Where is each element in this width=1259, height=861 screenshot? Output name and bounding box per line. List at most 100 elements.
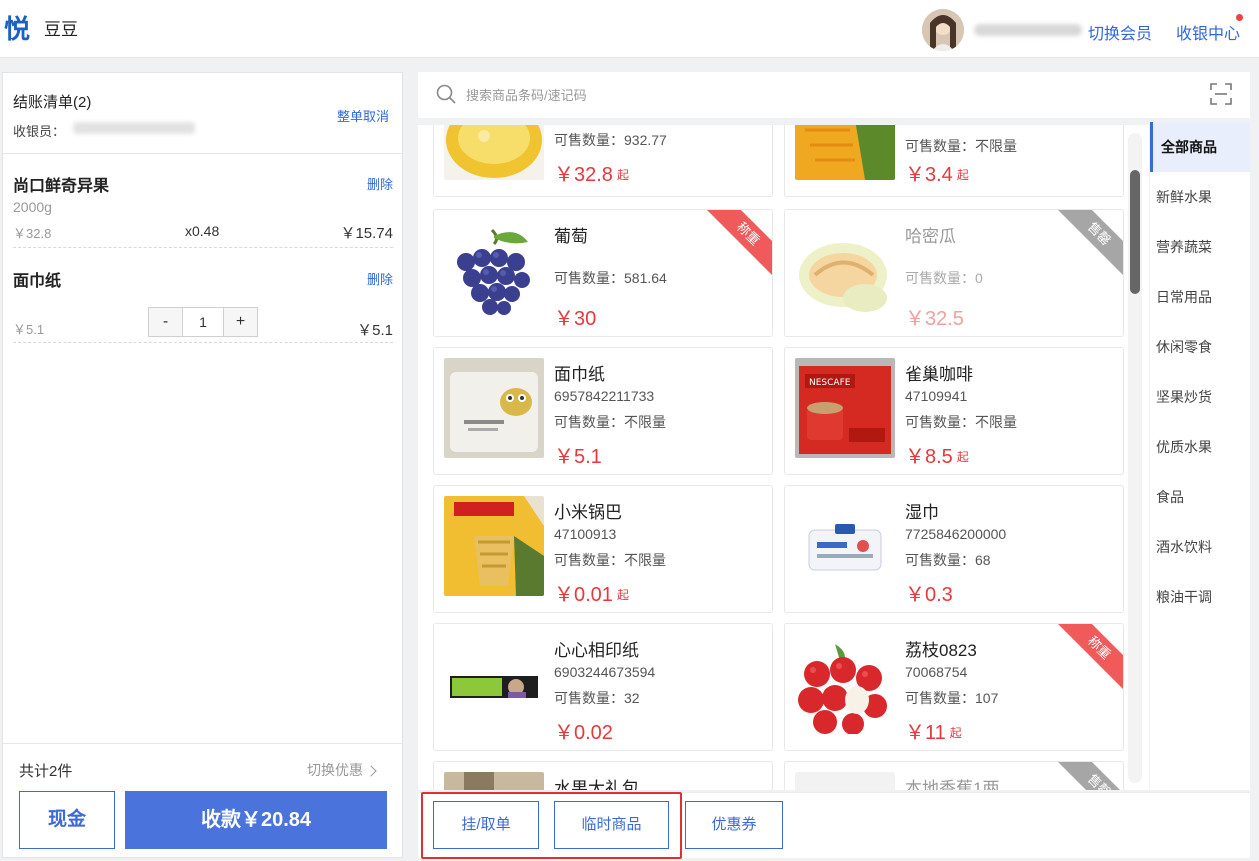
product-image: [795, 220, 895, 320]
category-all[interactable]: 全部商品: [1150, 122, 1250, 172]
cashier-label: 收银员：: [13, 124, 66, 139]
category-item[interactable]: 酒水饮料: [1150, 522, 1250, 572]
product-image: [444, 220, 544, 320]
switch-discount-label: 切换优惠: [307, 762, 363, 778]
store-name: 豆豆: [44, 20, 78, 39]
cart-item-quantity: x0.48: [185, 223, 220, 239]
brand-logo: 悦: [4, 14, 31, 44]
delete-item-button[interactable]: 删除: [367, 269, 393, 288]
product-card[interactable]: 可售数量：不限量 ￥3.4 起: [784, 125, 1124, 197]
cart-item-name: 面巾纸: [13, 273, 62, 290]
cash-payment-button[interactable]: 现金: [19, 791, 115, 849]
product-price: ￥30: [554, 308, 597, 330]
cart-item-unit-price: ￥5.1: [13, 322, 45, 337]
product-image: [444, 496, 544, 596]
product-barcode: 7725846200000: [905, 526, 1007, 542]
product-price: ￥0.3: [905, 584, 953, 606]
product-barcode: 47109941: [905, 388, 968, 404]
product-name: 面巾纸: [554, 365, 605, 384]
product-image: [795, 772, 895, 790]
product-card[interactable]: 水果大礼包: [433, 761, 773, 790]
category-item[interactable]: 新鲜水果: [1150, 172, 1250, 222]
product-name: 小米锅巴: [554, 503, 622, 522]
highlight-box: [421, 792, 682, 859]
product-card[interactable]: 湿巾 7725846200000 可售数量：68 ￥0.3: [784, 485, 1124, 613]
product-stock: 可售数量：不限量: [554, 552, 666, 568]
product-card[interactable]: 哈密瓜 可售数量：0 ￥32.5 售罄: [784, 209, 1124, 337]
product-name: 水果大礼包: [554, 779, 639, 790]
cart-item: 面巾纸 删除 ￥5.1 - 1 + ￥5.1: [13, 267, 393, 343]
product-stock: 可售数量：107: [905, 690, 999, 706]
product-stock: 可售数量：不限量: [905, 414, 1017, 430]
cancel-order-button[interactable]: 整单取消: [337, 106, 389, 125]
top-bar: 悦 豆豆 切换会员 收银中心: [0, 0, 1259, 58]
increase-quantity-button[interactable]: +: [224, 308, 257, 336]
product-card[interactable]: 本地香蕉1两 售罄: [784, 761, 1124, 790]
product-stock: 可售数量：68: [905, 552, 991, 568]
cart-item-spec: 2000g: [13, 199, 52, 215]
product-card[interactable]: 可售数量：932.77 ￥32.8 起: [433, 125, 773, 197]
product-price: ￥0.02: [554, 722, 613, 744]
product-stock: 可售数量：0: [905, 270, 983, 286]
product-image: [444, 772, 544, 790]
product-card[interactable]: 面巾纸 6957842211733 可售数量：不限量 ￥5.1: [433, 347, 773, 475]
category-item[interactable]: 坚果炒货: [1150, 372, 1250, 422]
collect-payment-button[interactable]: 收款￥20.84: [125, 791, 387, 849]
product-image: [444, 634, 544, 734]
category-item[interactable]: 粮油干调: [1150, 572, 1250, 622]
product-name: 心心相印纸: [554, 641, 639, 660]
category-item[interactable]: 休闲零食: [1150, 322, 1250, 372]
cashier-name-masked: [73, 122, 195, 134]
member-avatar[interactable]: [922, 9, 964, 51]
sold-out-ribbon: 售罄: [1055, 762, 1123, 790]
delete-item-button[interactable]: 删除: [367, 174, 393, 193]
product-image: [795, 634, 895, 734]
switch-member-link[interactable]: 切换会员: [1088, 20, 1152, 44]
weighted-ribbon: 称重: [1055, 624, 1123, 692]
cart-item-subtotal: ￥5.1: [357, 322, 393, 339]
switch-discount-link[interactable]: 切换优惠: [307, 760, 377, 780]
product-card[interactable]: NESCAFE 雀巢咖啡 47109941 可售数量：不限量 ￥8.5 起: [784, 347, 1124, 475]
category-item[interactable]: 营养蔬菜: [1150, 222, 1250, 272]
product-stock: 可售数量：32: [554, 690, 640, 706]
category-item[interactable]: 食品: [1150, 472, 1250, 522]
product-stock: 可售数量：932.77: [554, 132, 667, 148]
product-barcode: 6903244673594: [554, 664, 656, 680]
product-stock: 可售数量：581.64: [554, 270, 667, 286]
category-item[interactable]: 优质水果: [1150, 422, 1250, 472]
product-card[interactable]: 心心相印纸 6903244673594 可售数量：32 ￥0.02: [433, 623, 773, 751]
decrease-quantity-button[interactable]: -: [149, 308, 182, 336]
product-name: 荔枝0823: [905, 641, 977, 660]
product-name: 本地香蕉1两: [905, 779, 1000, 790]
product-stock: 可售数量：不限量: [554, 414, 666, 430]
product-image: [795, 496, 895, 596]
product-name: 雀巢咖啡: [905, 365, 973, 384]
search-icon: [436, 84, 456, 104]
cart-item: 尚口鲜奇异果 删除 2000g ￥32.8 x0.48 ￥15.74: [13, 172, 393, 248]
product-card[interactable]: 葡萄 可售数量：581.64 ￥30 称重: [433, 209, 773, 337]
divider: [3, 153, 402, 154]
product-search-input[interactable]: [466, 82, 1166, 108]
cashier-center-link[interactable]: 收银中心: [1176, 20, 1240, 44]
product-barcode: 70068754: [905, 664, 968, 680]
scan-icon[interactable]: [1210, 83, 1232, 105]
product-card[interactable]: 荔枝0823 70068754 可售数量：107 ￥11 起 称重: [784, 623, 1124, 751]
product-card[interactable]: 小米锅巴 47100913 可售数量：不限量 ￥0.01 起: [433, 485, 773, 613]
product-image: [795, 125, 895, 180]
total-count: 共计2件: [19, 763, 73, 780]
checkout-list-title: 结账清单(2): [13, 94, 92, 111]
chevron-right-icon: [365, 765, 377, 777]
divider: [3, 743, 402, 744]
sold-out-ribbon: 售罄: [1055, 210, 1123, 278]
product-grid-scrollbar[interactable]: [1130, 170, 1140, 294]
product-image: [444, 358, 544, 458]
quantity-stepper: - 1 +: [148, 307, 258, 337]
product-image: [444, 125, 544, 180]
quantity-value[interactable]: 1: [182, 308, 224, 336]
product-image: NESCAFE: [795, 358, 895, 458]
category-item[interactable]: 日常用品: [1150, 272, 1250, 322]
member-name-masked: [974, 24, 1082, 36]
product-stock: 可售数量：不限量: [905, 138, 1017, 154]
coupon-button[interactable]: 优惠券: [685, 801, 783, 849]
weighted-ribbon: 称重: [704, 210, 772, 278]
